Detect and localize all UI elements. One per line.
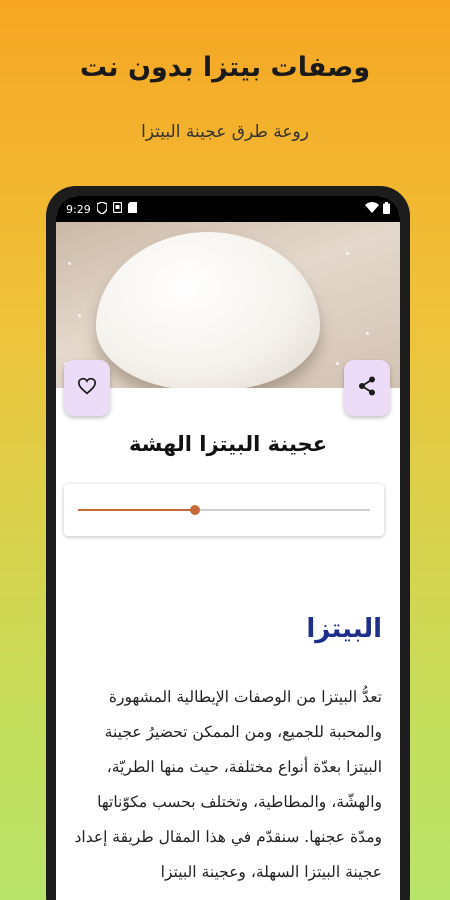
audio-seek-bar[interactable]	[78, 505, 370, 515]
article-heading: البيتزا	[306, 614, 382, 644]
notification-icon	[112, 201, 122, 216]
pizza-dough-ball	[96, 232, 320, 388]
recipe-title: عجينة البيتزا الهشة	[128, 432, 328, 456]
app-screen: 9:29 عجينة البيتزا الهشة البيتزا تعدُّ ا…	[56, 196, 400, 900]
audio-seek-thumb[interactable]	[189, 505, 200, 515]
article-body: تعدُّ البيتزا من الوصفات الإيطالية المشه…	[74, 688, 382, 881]
sim-icon	[127, 202, 137, 216]
heart-icon	[77, 377, 97, 399]
status-time: 9:29	[66, 202, 91, 216]
wifi-icon	[365, 202, 379, 216]
share-icon	[358, 376, 376, 400]
favorite-button[interactable]	[64, 360, 110, 416]
status-bar: 9:29	[56, 196, 400, 222]
shield-icon	[96, 200, 108, 217]
phone-frame: 9:29 عجينة البيتزا الهشة البيتزا تعدُّ ا…	[46, 186, 410, 900]
audio-seek-progress	[78, 509, 195, 511]
promo-subtitle: روعة طرق عجينة البيتزا	[141, 122, 309, 142]
battery-icon	[383, 201, 390, 217]
share-button[interactable]	[344, 360, 390, 416]
promo-title: وصفات بيتزا بدون نت	[79, 52, 371, 83]
audio-player	[64, 484, 384, 536]
